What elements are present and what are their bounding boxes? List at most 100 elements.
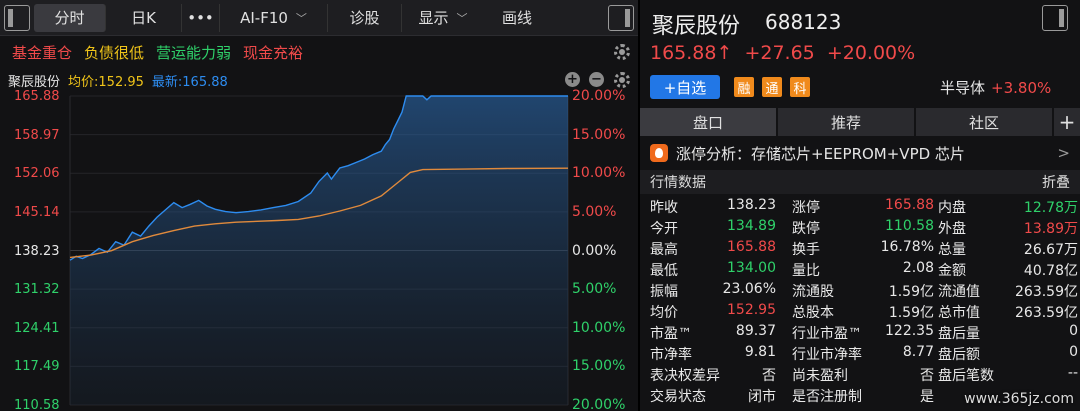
quote-label: 今开	[650, 221, 678, 237]
tag-fund-heavy[interactable]: 基金重仓	[12, 42, 72, 63]
quote-label: 表决权差异	[650, 368, 720, 384]
stock-name: 聚辰股份	[652, 14, 741, 39]
quote-label: 总量	[938, 242, 966, 258]
chart-stock-name: 聚辰股份	[8, 74, 61, 90]
tab-ai-f10-label: AI-F10	[240, 8, 288, 27]
tab-diagnose[interactable]: 诊股	[328, 3, 402, 32]
sector-change: +3.80%	[991, 79, 1052, 97]
tab-daily-k[interactable]: 日K	[106, 3, 182, 32]
zoom-out-icon[interactable]: −	[589, 72, 604, 87]
quotes-header: 行情数据 折叠	[640, 170, 1080, 194]
quote-value: 闭市	[748, 389, 776, 405]
quote-label: 换手	[792, 242, 820, 258]
y-tick-price: 138.23	[14, 243, 60, 259]
quote-label: 盘后额	[938, 347, 980, 363]
chevron-down-icon: ﹀	[456, 11, 468, 25]
right-panel-toggle-icon[interactable]	[608, 4, 634, 31]
display-label: 显示	[418, 9, 449, 27]
quote-value: 16.78%	[880, 239, 934, 255]
more-icon[interactable]: •••	[182, 3, 220, 32]
fold-button[interactable]: 折叠	[1042, 172, 1070, 192]
draw-button[interactable]: 画线	[484, 4, 550, 32]
tab-ai-f10[interactable]: AI-F10 ﹀	[220, 3, 328, 32]
quotes-title: 行情数据	[650, 175, 706, 191]
quote-label: 最高	[650, 242, 678, 258]
badge-margin[interactable]: 融	[734, 77, 754, 97]
price-change: +27.65	[744, 42, 815, 64]
quote-label: 盘后笔数	[938, 368, 994, 384]
quote-value: 138.23	[727, 197, 776, 213]
quote-value: 1.59亿	[888, 284, 934, 300]
y-tick-percent: 0.00%	[572, 242, 617, 259]
fire-icon	[650, 144, 668, 162]
y-tick-percent: 10.00%	[572, 165, 626, 182]
chevron-right-icon: >	[1057, 144, 1070, 162]
quote-label: 外盘	[938, 221, 966, 237]
add-watchlist-button[interactable]: +自选	[650, 75, 720, 99]
tag-low-debt[interactable]: 负债很低	[84, 42, 144, 63]
intraday-chart[interactable]: 165.88 20.00% 158.97 15.00% 152.06 10.00% 145.…	[0, 88, 638, 411]
quote-label: 市盈™	[650, 326, 692, 342]
y-tick-percent: 20.00%	[572, 88, 626, 104]
quote-label: 均价	[650, 305, 678, 321]
quote-row: 最低 134.00 量比 2.08 金额 40.78亿	[640, 259, 1080, 280]
quote-value: 40.78亿	[1023, 263, 1078, 279]
quote-value: 8.77	[902, 344, 934, 360]
quote-value: 12.78万	[1023, 200, 1078, 216]
left-panel-toggle-icon[interactable]	[4, 4, 30, 31]
price-change-pct: +20.00%	[826, 42, 916, 64]
chart-settings-gear-icon[interactable]	[614, 72, 630, 88]
avg-price-readout: 均价:152.95	[68, 74, 144, 90]
y-tick-price: 152.06	[14, 166, 60, 182]
quote-label: 量比	[792, 263, 820, 279]
quote-value: 122.35	[885, 323, 934, 339]
tab-recommend[interactable]: 推荐	[778, 108, 914, 136]
chevron-down-icon: ﹀	[295, 11, 307, 25]
quote-label: 总市值	[938, 305, 980, 321]
quote-label: 振幅	[650, 284, 678, 300]
y-tick-price: 124.41	[14, 320, 60, 336]
y-tick-percent: 5.00%	[572, 203, 617, 220]
quote-label: 总股本	[792, 305, 834, 321]
feature-tags: 基金重仓 负债很低 营运能力弱 现金充裕	[0, 37, 638, 67]
quote-row: 市净率 9.81 行业市净率 8.77 盘后额 0	[640, 343, 1080, 364]
quote-row: 市盈™ 89.37 行业市盈™ 122.35 盘后量 0	[640, 322, 1080, 343]
price-area	[70, 96, 568, 405]
y-tick-price: 131.32	[14, 282, 60, 298]
tag-cash-rich[interactable]: 现金充裕	[243, 42, 303, 63]
tab-order-book[interactable]: 盘口	[640, 108, 776, 136]
tab-intraday[interactable]: 分时	[34, 3, 106, 32]
limit-up-analysis-text: 涨停分析：存储芯片+EEPROM+VPD 芯片	[676, 144, 965, 163]
quote-value: 165.88	[727, 239, 776, 255]
display-dropdown[interactable]: 显示 ﹀	[402, 4, 484, 32]
y-tick-price: 158.97	[14, 127, 60, 143]
last-price-readout: 最新:165.88	[151, 74, 228, 90]
sector-link[interactable]: 半导体 +3.80%	[940, 77, 1051, 98]
sector-name: 半导体	[940, 79, 986, 97]
quote-value: 0	[1069, 323, 1078, 339]
tag-weak-operation[interactable]: 营运能力弱	[156, 42, 231, 63]
chart-info-row: 聚辰股份 均价:152.95 最新:165.88 + −	[0, 69, 638, 91]
gear-icon[interactable]	[614, 44, 630, 60]
intraday-chart-svg	[69, 95, 569, 406]
quote-value: 23.06%	[722, 281, 776, 297]
collapse-panel-icon[interactable]	[1042, 5, 1068, 31]
quote-row: 今开 134.89 跌停 110.58 外盘 13.89万	[640, 217, 1080, 238]
badge-connect[interactable]: 通	[762, 77, 782, 97]
quote-label: 跌停	[792, 221, 820, 237]
quote-label: 最低	[650, 263, 678, 279]
quote-value: 165.88	[885, 197, 934, 213]
quote-value: 134.00	[727, 260, 776, 276]
zoom-in-icon[interactable]: +	[565, 72, 580, 87]
tab-community[interactable]: 社区	[916, 108, 1052, 136]
quote-pane: 聚辰股份 688123 165.88↑ +27.65 +20.00% +自选 融…	[640, 0, 1080, 411]
limit-up-analysis[interactable]: 涨停分析：存储芯片+EEPROM+VPD 芯片 >	[640, 139, 1080, 167]
add-tab-icon[interactable]: +	[1054, 108, 1080, 136]
quote-row: 昨收 138.23 涨停 165.88 内盘 12.78万	[640, 196, 1080, 217]
badge-star-market[interactable]: 科	[790, 77, 810, 97]
quote-label: 尚未盈利	[792, 368, 848, 384]
quote-label: 昨收	[650, 200, 678, 216]
y-tick-percent: 20.00%	[572, 397, 626, 411]
quote-label: 行业市净率	[792, 347, 862, 363]
quote-row: 最高 165.88 换手 16.78% 总量 26.67万	[640, 238, 1080, 259]
